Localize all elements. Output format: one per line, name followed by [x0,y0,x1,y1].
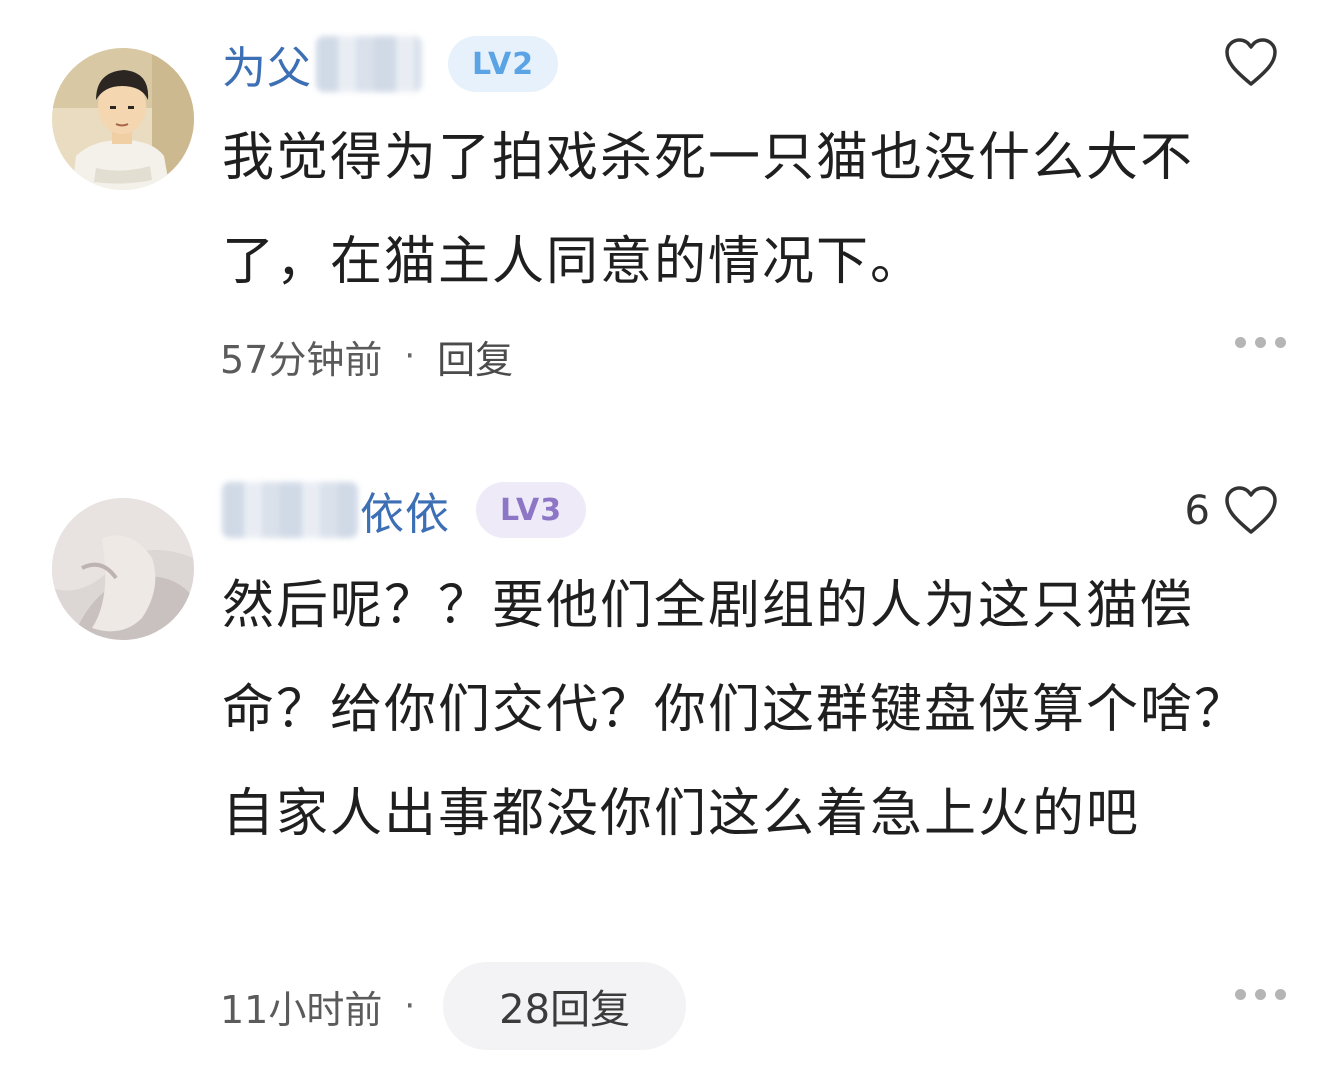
comment-meta: 11小时前 · 28回复 [220,962,687,1050]
username-redacted [316,36,422,92]
level-badge: LV3 [476,482,587,538]
avatar[interactable] [52,498,194,640]
username[interactable]: 为父 [222,32,312,96]
separator: · [404,986,416,1026]
replies-button[interactable]: 28回复 [443,962,687,1050]
comment-time: 11小时前 [220,987,383,1032]
heart-outline-icon[interactable] [1224,38,1278,88]
comment-item: 依依 LV3 6 然后呢？？要他们全剧组的人为这只猫偿命？给你们交代？你们这群键… [0,440,1342,1086]
username[interactable]: 依依 [360,478,450,542]
more-dots-icon[interactable] [1235,989,1286,1000]
more-dot [1255,989,1266,1000]
more-dot [1235,989,1246,1000]
more-dots-icon[interactable] [1235,337,1286,348]
more-dot [1235,337,1246,348]
comment-text: 然后呢？？要他们全剧组的人为这只猫偿命？给你们交代？你们这群键盘侠算个啥？自家人… [222,576,1249,844]
reply-button[interactable]: 回复 [437,329,513,384]
comment-item: 为父 LV2 我觉得为了拍戏杀死一只猫也没什么大不了，在猫主人同意的情况下。 5… [0,0,1342,420]
like-area[interactable] [1210,38,1278,88]
comment-text: 我觉得为了拍戏杀死一只猫也没什么大不了，在猫主人同意的情况下。 [222,128,1195,292]
more-dot [1255,337,1266,348]
username-redacted [222,482,358,538]
like-count: 6 [1184,488,1210,534]
user-row: 依依 LV3 [222,478,587,542]
more-dot [1275,337,1286,348]
more-dot [1275,989,1286,1000]
user-row: 为父 LV2 [222,32,559,96]
heart-outline-icon[interactable] [1224,486,1278,536]
separator: · [404,336,416,376]
comment-time: 57分钟前 [220,337,383,382]
comment-meta: 57分钟前 · 回复 [220,330,513,382]
like-area[interactable]: 6 [1185,486,1278,536]
avatar[interactable] [52,48,194,190]
level-badge: LV2 [448,36,559,92]
